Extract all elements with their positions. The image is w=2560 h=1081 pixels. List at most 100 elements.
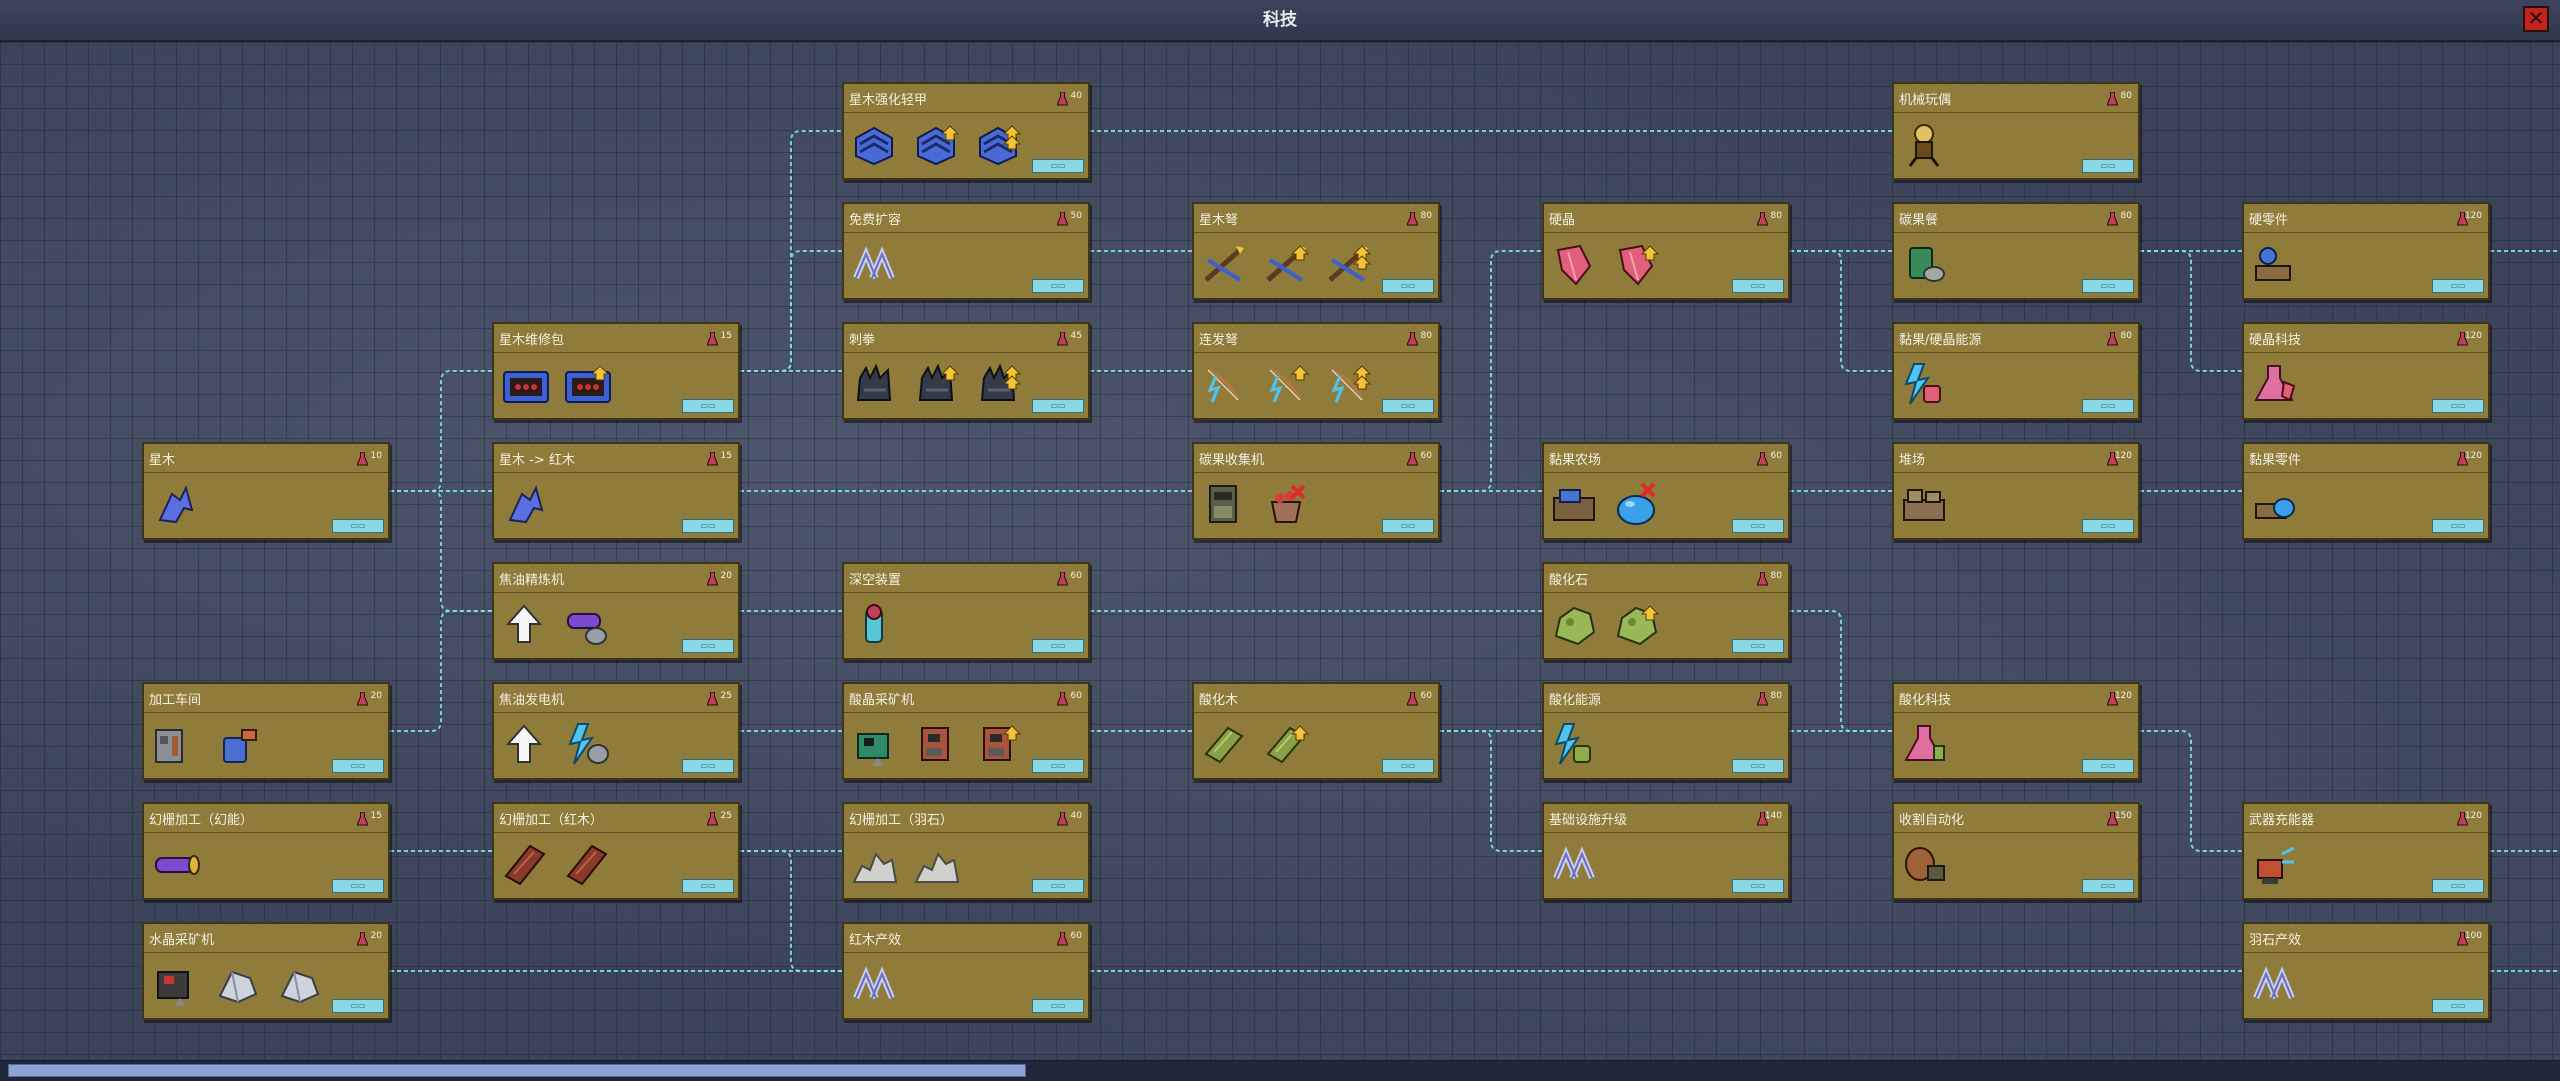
stone-pile-icon[interactable]: [848, 840, 900, 888]
storage-icon[interactable]: [1898, 480, 1950, 528]
lightning-bow-plus-icon[interactable]: [1260, 360, 1312, 408]
spike-fist-plus-icon[interactable]: [910, 360, 962, 408]
close-icon[interactable]: ✕: [2523, 6, 2549, 32]
double-arrow-icon[interactable]: [848, 240, 900, 288]
tech-node-yushi-cx[interactable]: 羽石产效 100 ▭▭: [2242, 922, 2490, 1020]
barrel-cylinder-icon[interactable]: [560, 600, 612, 648]
tech-node-suanhua-kj[interactable]: 酸化科技 120 ▭▭: [1892, 682, 2140, 780]
tech-node-jixie-wo[interactable]: 机械玩偶 80 ▭▭: [1892, 82, 2140, 180]
horizontal-scrollbar[interactable]: [0, 1060, 2560, 1081]
blue-armor-plus-icon[interactable]: [910, 120, 962, 168]
tech-node-suanhua-shi[interactable]: 酸化石 80 ▭▭: [1542, 562, 1790, 660]
deep-device-icon[interactable]: [848, 600, 900, 648]
white-arrow-up-icon[interactable]: [498, 600, 550, 648]
tech-node-yushi-jg[interactable]: 幻栅加工（羽石） 40 ▭▭: [842, 802, 1090, 900]
tech-node-qingjia[interactable]: 星木强化轻甲 40 ▭▭: [842, 82, 1090, 180]
pink-crystal-icon[interactable]: [1548, 240, 1600, 288]
tech-node-yingjing[interactable]: 硬晶 80 ▭▭: [1542, 202, 1790, 300]
tech-node-shouge-zd[interactable]: 收割自动化 150 ▭▭: [1892, 802, 2140, 900]
spike-fist-plus2-icon[interactable]: [972, 360, 1024, 408]
green-stone-plus-icon[interactable]: [1610, 600, 1662, 648]
tech-node-jiagong[interactable]: 加工车间 20 ▭▭: [142, 682, 390, 780]
scrollbar-thumb[interactable]: [8, 1064, 1026, 1077]
research-flask-icon: [1056, 691, 1069, 706]
tech-node-nianguo-ny[interactable]: 黏果/硬晶能源 80 ▭▭: [1892, 322, 2140, 420]
workshop-icon[interactable]: [148, 720, 200, 768]
tech-node-xingmu[interactable]: 星木 10 ▭▭: [142, 442, 390, 540]
crystal-icon[interactable]: [272, 960, 324, 1008]
white-arrow-up-icon[interactable]: [498, 720, 550, 768]
tech-node-kuorong[interactable]: 免费扩容 50 ▭▭: [842, 202, 1090, 300]
tech-node-jiaoyou-jl[interactable]: 焦油精炼机 20 ▭▭: [492, 562, 740, 660]
tech-node-xm-hm[interactable]: 星木 -> 红木 15 ▭▭: [492, 442, 740, 540]
lightning-green-icon[interactable]: [1548, 720, 1600, 768]
double-arrow-icon[interactable]: [848, 960, 900, 1008]
spray-bottle-icon[interactable]: [210, 720, 262, 768]
tech-node-ranguo-sj[interactable]: 碳果收集机 60 ▭▭: [1192, 442, 1440, 540]
blue-arrow-icon[interactable]: [148, 480, 200, 528]
stone-pile-icon[interactable]: [910, 840, 962, 888]
red-plank-icon[interactable]: [560, 840, 612, 888]
red-plank-icon[interactable]: [498, 840, 550, 888]
harvester-icon[interactable]: [1898, 840, 1950, 888]
tech-node-ranguo-can[interactable]: 碳果餐 80 ▭▭: [1892, 202, 2140, 300]
tech-node-ying-lj[interactable]: 硬零件 120 ▭▭: [2242, 202, 2490, 300]
berry-basket-icon[interactable]: [1260, 480, 1312, 528]
double-arrow-icon[interactable]: [1548, 840, 1600, 888]
charger-icon[interactable]: [2248, 840, 2300, 888]
tech-node-duichang[interactable]: 堆场 120 ▭▭: [1892, 442, 2140, 540]
lightning-bow-plus2-icon[interactable]: [1322, 360, 1374, 408]
spike-fist-icon[interactable]: [848, 360, 900, 408]
mech-doll-icon[interactable]: [1898, 120, 1950, 168]
double-arrow-icon[interactable]: [2248, 960, 2300, 1008]
tech-node-xingmu-nu[interactable]: 星木弩 80 ▭▭: [1192, 202, 1440, 300]
tech-node-yingjing-kj[interactable]: 硬晶科技 120 ▭▭: [2242, 322, 2490, 420]
purple-cylinder-icon[interactable]: [148, 840, 200, 888]
tech-node-jichu-sj[interactable]: 基础设施升级 140 ▭▭: [1542, 802, 1790, 900]
farm-icon[interactable]: [1548, 480, 1600, 528]
tech-node-hongmu-cx[interactable]: 红木产效 60 ▭▭: [842, 922, 1090, 1020]
flask-pink-icon[interactable]: [1898, 720, 1950, 768]
tech-node-huanmeng-hn[interactable]: 幻栅加工（幻能） 15 ▭▭: [142, 802, 390, 900]
tech-node-nianguo-nc[interactable]: 黏果农场 60 ▭▭: [1542, 442, 1790, 540]
blue-armor-icon[interactable]: [848, 120, 900, 168]
crossbow-icon[interactable]: [1198, 240, 1250, 288]
tech-node-suanhua-mu[interactable]: 酸化木 60 ▭▭: [1192, 682, 1440, 780]
tech-node-jiaoyou-fd[interactable]: 焦油发电机 25 ▭▭: [492, 682, 740, 780]
tech-node-shenkong[interactable]: 深空装置 60 ▭▭: [842, 562, 1090, 660]
crossbow-plus2-icon[interactable]: [1322, 240, 1374, 288]
red-drill-icon[interactable]: [910, 720, 962, 768]
flask-crystal-icon[interactable]: [2248, 360, 2300, 408]
blue-toolbox-plus-icon[interactable]: [560, 360, 612, 408]
crystal-icon[interactable]: [210, 960, 262, 1008]
tech-node-huanmeng-hm[interactable]: 幻栅加工（红木） 25 ▭▭: [492, 802, 740, 900]
pink-crystal-plus-icon[interactable]: [1610, 240, 1662, 288]
tech-node-suanjing[interactable]: 酸晶采矿机 60 ▭▭: [842, 682, 1090, 780]
green-stone-icon[interactable]: [1548, 600, 1600, 648]
tech-node-ciquan[interactable]: 刺拳 45 ▭▭: [842, 322, 1090, 420]
blue-blob-icon[interactable]: [1610, 480, 1662, 528]
lightning-barrel-icon[interactable]: [560, 720, 612, 768]
green-drill-icon[interactable]: [848, 720, 900, 768]
blue-arrow-icon[interactable]: [498, 480, 550, 528]
red-drill-plus-icon[interactable]: [972, 720, 1024, 768]
tech-tree-board[interactable]: 星木 10 ▭▭ 加工车间 20 ▭▭ 幻栅加工（幻能） 15 ▭▭ 水晶采矿机…: [0, 42, 2560, 1060]
green-plank-plus-icon[interactable]: [1260, 720, 1312, 768]
drill-icon[interactable]: [148, 960, 200, 1008]
blue-toolbox-icon[interactable]: [498, 360, 550, 408]
parts-blob-icon[interactable]: [2248, 480, 2300, 528]
collector-icon[interactable]: [1198, 480, 1250, 528]
crossbow-plus-icon[interactable]: [1260, 240, 1312, 288]
lightning-bow-icon[interactable]: [1198, 360, 1250, 408]
green-can-icon[interactable]: [1898, 240, 1950, 288]
tech-node-suanhua-ny[interactable]: 酸化能源 80 ▭▭: [1542, 682, 1790, 780]
green-plank-icon[interactable]: [1198, 720, 1250, 768]
parts-blue-icon[interactable]: [2248, 240, 2300, 288]
tech-node-lianfa-nu[interactable]: 连发弩 80 ▭▭: [1192, 322, 1440, 420]
tech-node-nianguo-lj[interactable]: 黏果零件 120 ▭▭: [2242, 442, 2490, 540]
tech-node-wuqi-cn[interactable]: 武器充能器 120 ▭▭: [2242, 802, 2490, 900]
tech-node-weixiubao[interactable]: 星木维修包 15 ▭▭: [492, 322, 740, 420]
lightning-pink-icon[interactable]: [1898, 360, 1950, 408]
tech-node-shuijing[interactable]: 水晶采矿机 20 ▭▭: [142, 922, 390, 1020]
blue-armor-plus2-icon[interactable]: [972, 120, 1024, 168]
